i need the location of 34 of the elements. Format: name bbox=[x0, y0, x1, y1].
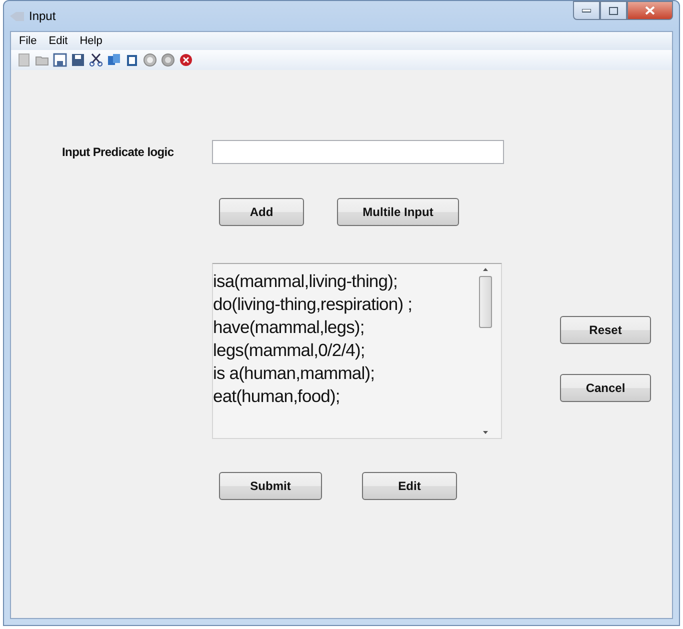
minimize-icon bbox=[582, 8, 591, 12]
circle-icon[interactable] bbox=[143, 53, 157, 67]
cancel-button[interactable]: Cancel bbox=[560, 374, 651, 402]
menu-item[interactable]: Edit bbox=[44, 34, 73, 48]
maximize-icon bbox=[609, 6, 618, 14]
scissors-icon[interactable] bbox=[89, 53, 103, 67]
text-line: do(living-thing,respiration) ; bbox=[213, 293, 414, 316]
add-button[interactable]: Add bbox=[219, 198, 304, 226]
edit-button[interactable]: Edit bbox=[362, 472, 457, 500]
scroll-up-icon[interactable] bbox=[482, 266, 489, 272]
reset-button[interactable]: Reset bbox=[560, 316, 651, 344]
text-line: is a(human,mammal); bbox=[213, 362, 376, 385]
close-button[interactable] bbox=[627, 1, 673, 20]
error-icon[interactable] bbox=[179, 53, 193, 67]
text-line: eat(human,food); bbox=[213, 385, 341, 408]
text-line: have(mammal,legs); bbox=[213, 316, 366, 339]
text-line: isa(mammal,living-thing); bbox=[213, 270, 398, 293]
menu-item[interactable]: File bbox=[14, 34, 42, 48]
maximize-button[interactable] bbox=[600, 1, 627, 20]
submit-button[interactable]: Submit bbox=[219, 472, 322, 500]
text-line: legs(mammal,0/2/4); bbox=[213, 339, 366, 362]
copy-icon[interactable] bbox=[107, 53, 121, 67]
multi-input-button[interactable]: Multile Input bbox=[337, 198, 459, 226]
scrollbar-thumb[interactable] bbox=[479, 276, 492, 328]
floppy-disks-icon[interactable] bbox=[71, 53, 85, 67]
close-icon bbox=[645, 6, 655, 15]
minimize-button[interactable] bbox=[573, 1, 600, 20]
input-field[interactable] bbox=[212, 140, 504, 164]
field-label: Input Predicate logic bbox=[62, 145, 175, 159]
menu-item[interactable]: Help bbox=[74, 34, 108, 48]
scroll-down-icon[interactable] bbox=[482, 430, 489, 436]
window-title: Input bbox=[29, 9, 57, 23]
text-area[interactable]: isa(mammal,living-thing); do(living-thing,respiration) ; have(mammal,legs); legs(mammal,0/2/4); is a(human,mammal); eat(human,food); bbox=[212, 263, 502, 439]
circle-icon[interactable] bbox=[161, 53, 175, 67]
